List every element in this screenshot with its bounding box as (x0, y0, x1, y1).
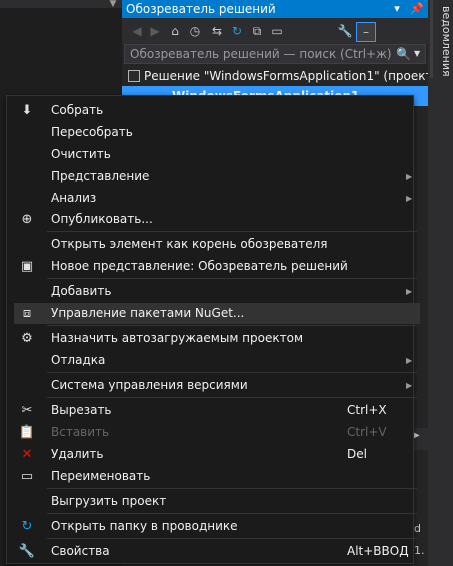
clipboard-icon: 📋 (18, 425, 36, 440)
menu-item-scope-to-this[interactable]: Открыть элемент как корень обозревателя (14, 234, 420, 255)
menu-item-set-startup[interactable]: ⚙ Назначить автозагружаемым проектом (14, 328, 420, 349)
search-icon[interactable]: 🔍 (396, 44, 412, 64)
history-icon[interactable]: ◷ (186, 22, 204, 40)
submenu-arrow-icon: ▶ (406, 194, 413, 203)
preview-selected-icon[interactable]: – (356, 22, 376, 42)
submenu-arrow-icon: ▶ (406, 287, 413, 296)
back-icon[interactable]: ◀ (128, 22, 146, 40)
menu-item-cut[interactable]: ✂ Вырезать Ctrl+X (14, 400, 420, 421)
context-menu: ⬇ Собрать Пересобрать Очистить Представл… (6, 95, 420, 564)
menu-item-label: Новое представление: Обозреватель решени… (51, 259, 348, 273)
menu-item-shortcut: Ctrl+V (347, 425, 387, 439)
menu-separator (47, 397, 417, 398)
menu-item-rename[interactable]: ▭ Переименовать (14, 466, 420, 487)
sync-icon[interactable]: ⇆ (208, 22, 226, 40)
search-options-dropdown-icon[interactable]: ▼ (414, 44, 424, 64)
menu-item-label: Отладка (51, 353, 106, 367)
submenu-arrow-icon: ▶ (406, 381, 413, 390)
submenu-arrow-icon: ▶ (406, 356, 413, 365)
show-all-files-icon[interactable]: ▭ (268, 22, 286, 40)
forward-icon[interactable]: ▶ (146, 22, 164, 40)
build-icon: ⬇ (21, 103, 33, 118)
menu-item-label: Очистить (51, 147, 111, 161)
menu-item-label: Назначить автозагружаемым проектом (51, 331, 303, 345)
menu-item-label: Анализ (51, 191, 97, 205)
pin-icon[interactable]: 📌 (408, 0, 426, 18)
menu-item-publish[interactable]: ⊕ Опубликовать... (14, 209, 420, 230)
menu-item-label: Добавить (51, 284, 112, 298)
solution-search-placeholder: Обозреватель решений — поиск (Ctrl+ж) (130, 47, 392, 61)
rename-icon: ▭ (20, 469, 34, 484)
new-view-icon: ▣ (20, 259, 34, 274)
menu-item-label: Выгрузить проект (51, 494, 167, 508)
menu-item-shortcut: Alt+ВВОД (347, 544, 409, 558)
menu-item-shortcut: Del (347, 447, 367, 461)
dropdown-icon[interactable]: ▾ (388, 0, 406, 18)
menu-item-clean[interactable]: Очистить (14, 144, 420, 165)
menu-item-label: Вставить (51, 425, 110, 439)
menu-separator (47, 372, 417, 373)
menu-item-label: Система управления версиями (51, 378, 248, 392)
submenu-arrow-icon: ▶ (406, 172, 413, 181)
menu-item-label: Опубликовать... (51, 212, 153, 226)
menu-item-rebuild[interactable]: Пересобрать (14, 122, 420, 143)
menu-item-analyze[interactable]: Анализ ▶ (14, 188, 420, 209)
menu-separator (47, 488, 417, 489)
menu-item-build[interactable]: ⬇ Собрать (14, 100, 420, 121)
menu-item-remove[interactable]: ✕ Удалить Del (14, 444, 420, 465)
menu-item-add[interactable]: Добавить ▶ (14, 281, 420, 302)
menu-item-properties[interactable]: 🔧 Свойства Alt+ВВОД (14, 541, 420, 562)
menu-separator (47, 325, 417, 326)
menu-item-view[interactable]: Представление ▶ (14, 166, 420, 187)
nuget-package-icon: ⧈ (22, 306, 32, 321)
menu-item-source-control[interactable]: Система управления версиями ▶ (14, 375, 420, 396)
solution-icon (128, 70, 140, 82)
menu-item-unload-project[interactable]: Выгрузить проект (14, 491, 420, 512)
menu-separator (47, 278, 417, 279)
menu-item-label: Управление пакетами NuGet... (51, 306, 245, 320)
wrench-icon: 🔧 (18, 544, 36, 559)
notifications-tab[interactable]: ведомления (440, 6, 453, 77)
home-icon[interactable]: ⌂ (166, 22, 184, 40)
refresh-arrow-icon: ↻ (21, 519, 33, 534)
properties-wrench-icon[interactable]: 🔧 (336, 22, 354, 40)
menu-item-label: Пересобрать (51, 125, 133, 139)
menu-item-debug[interactable]: Отладка ▶ (14, 350, 420, 371)
menu-item-label: Собрать (51, 103, 104, 117)
menu-item-new-view[interactable]: ▣ Новое представление: Обозреватель реше… (14, 256, 420, 277)
menu-item-label: Открыть элемент как корень обозревателя (51, 237, 328, 251)
right-tool-strip (428, 0, 453, 566)
menu-item-label: Представление (51, 169, 150, 183)
globe-icon: ⊕ (21, 212, 33, 227)
menu-separator (47, 513, 417, 514)
solution-explorer-title: Обозреватель решений (126, 2, 276, 16)
menu-item-paste-disabled: 📋 Вставить Ctrl+V (14, 422, 420, 443)
menu-item-shortcut: Ctrl+X (347, 403, 387, 417)
editor-tab-dropdown-icon[interactable]: ▼ (104, 0, 122, 9)
menu-item-open-folder[interactable]: ↻ Открыть папку в проводнике (14, 516, 420, 537)
menu-item-label: Вырезать (51, 403, 112, 417)
menu-item-label: Удалить (51, 447, 104, 461)
menu-separator (47, 538, 417, 539)
tree-item-solution[interactable]: Решение "WindowsFormsApplication1" (прое… (144, 66, 453, 86)
gear-icon: ⚙ (21, 331, 33, 346)
menu-item-label: Свойства (51, 544, 110, 558)
menu-item-label: Открыть папку в проводнике (51, 519, 238, 533)
menu-separator (47, 231, 417, 232)
scissors-icon: ✂ (21, 403, 33, 418)
collapse-all-icon[interactable]: ⧉ (248, 22, 266, 40)
right-strip-tab-indicator (430, 0, 433, 78)
menu-item-label: Переименовать (51, 469, 151, 483)
delete-x-icon: ✕ (21, 447, 33, 462)
menu-item-manage-nuget[interactable]: ⧈ Управление пакетами NuGet... (14, 303, 420, 324)
refresh-icon[interactable]: ↻ (228, 22, 246, 40)
